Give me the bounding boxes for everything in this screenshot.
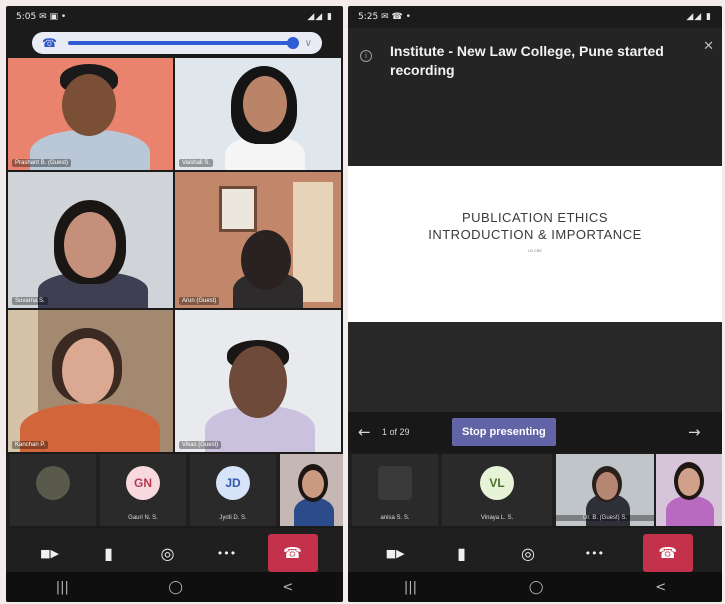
participant-tile[interactable]: GN Gauri N. S.	[100, 454, 186, 526]
notification-icons: ✉ ▣ •	[39, 12, 67, 22]
more-options-icon[interactable]: •••	[576, 535, 612, 571]
speaker-icon[interactable]: ◎	[510, 535, 546, 571]
participant-tile[interactable]: VL Vinaya L. S.	[442, 454, 552, 526]
call-controls: ■▶ ▮ ◎ ••• ☎	[348, 528, 722, 578]
share-stage-background	[348, 322, 722, 412]
volume-knob[interactable]	[286, 37, 299, 49]
microphone-icon[interactable]: ▮	[91, 535, 127, 571]
signal-battery-icons: ◢◢ ▮	[686, 12, 712, 22]
participant-video[interactable]: Arun (Guest)	[175, 172, 341, 308]
avatar: GN	[126, 466, 160, 500]
info-icon: i	[360, 50, 372, 62]
participant-name: Vinaya L. S.	[480, 515, 514, 521]
recents-icon[interactable]: |||	[56, 580, 69, 595]
participant-name: Dr. B. (Guest) S.	[556, 515, 654, 521]
participant-name: Jyoti D. S.	[219, 515, 247, 521]
home-icon[interactable]: ◯	[168, 580, 183, 595]
previous-slide-icon[interactable]: ←	[358, 423, 382, 441]
slide-subtitle: I.B.CBE	[527, 248, 543, 253]
participant-name: Vikas (Guest)	[179, 441, 222, 449]
participant-name: Kanchan P.	[12, 441, 49, 449]
phone-icon: ☎	[42, 36, 57, 50]
chevron-down-icon[interactable]: ∨	[305, 38, 312, 49]
slide-title-line2: INTRODUCTION & IMPORTANCE	[428, 227, 642, 242]
phone-screen-left: 5:05 ✉ ▣ • ◢◢ ▮ Prashant B. (Guest) Vais…	[6, 6, 343, 602]
recording-banner: i Institute - New Law College, Pune star…	[348, 28, 722, 166]
home-icon[interactable]: ◯	[529, 580, 544, 595]
participant-name: Arun (Guest)	[179, 297, 220, 305]
slide-title-line1: PUBLICATION ETHICS	[461, 210, 608, 225]
hang-up-button[interactable]: ☎	[642, 534, 693, 572]
volume-track[interactable]	[68, 37, 299, 49]
shared-slide: PUBLICATION ETHICS INTRODUCTION & IMPORT…	[348, 166, 722, 322]
participant-video[interactable]: Vikas (Guest)	[175, 310, 341, 452]
participant-video[interactable]: Prashant B. (Guest)	[8, 58, 173, 170]
status-bar: 5:05 ✉ ▣ • ◢◢ ▮	[6, 6, 343, 28]
participant-name: anisa S. S.	[380, 515, 410, 521]
participant-video[interactable]: Suvarna S.	[8, 172, 173, 308]
camera-icon[interactable]: ■▶	[32, 535, 68, 571]
participant-strip: anisa S. S. VL Vinaya L. S. Dr. B. (Gues…	[348, 454, 722, 526]
recents-icon[interactable]: |||	[404, 580, 417, 595]
phone-screen-right: 5:25 ✉ ☎ • ◢◢ ▮ i Institute - New Law Co…	[348, 6, 722, 602]
participant-name: Gauri N. S.	[128, 515, 158, 521]
participant-name: Vaishali S.	[179, 159, 213, 167]
participant-tile[interactable]: JD Jyoti D. S.	[190, 454, 276, 526]
avatar	[36, 466, 70, 500]
participant-tile[interactable]: Dr. B. (Guest) S.	[556, 454, 654, 526]
next-slide-icon[interactable]: →	[688, 423, 712, 441]
recording-message: Institute - New Law College, Pune starte…	[390, 43, 664, 78]
status-time: 5:05	[16, 12, 37, 22]
signal-battery-icons: ◢◢ ▮	[307, 12, 333, 22]
participant-video[interactable]: Vaishali S.	[175, 58, 341, 170]
avatar	[378, 466, 412, 500]
status-bar: 5:25 ✉ ☎ • ◢◢ ▮	[348, 6, 722, 28]
participant-video[interactable]: Kanchan P.	[8, 310, 173, 452]
avatar: VL	[480, 466, 514, 500]
stop-presenting-button[interactable]: Stop presenting	[452, 418, 556, 446]
presentation-pager: ← 1 of 29 Stop presenting →	[348, 412, 722, 452]
close-icon[interactable]: ✕	[703, 38, 714, 54]
participant-name: Prashant B. (Guest)	[12, 159, 72, 167]
back-icon[interactable]: <	[655, 580, 666, 595]
participant-tile[interactable]	[656, 454, 722, 526]
speaker-icon[interactable]: ◎	[150, 535, 186, 571]
notification-icons: ✉ ☎ •	[381, 12, 411, 22]
more-options-icon[interactable]: •••	[209, 535, 245, 571]
participant-strip: GN Gauri N. S. JD Jyoti D. S.	[6, 454, 343, 526]
android-nav-bar: ||| ◯ <	[6, 572, 343, 602]
camera-icon[interactable]: ■▶	[377, 535, 413, 571]
participant-name: Suvarna S.	[12, 297, 48, 305]
participant-tile[interactable]	[280, 454, 343, 526]
microphone-icon[interactable]: ▮	[444, 535, 480, 571]
page-count: 1 of 29	[382, 427, 410, 437]
back-icon[interactable]: <	[282, 580, 293, 595]
avatar: JD	[216, 466, 250, 500]
call-controls: ■▶ ▮ ◎ ••• ☎	[6, 528, 343, 578]
status-time: 5:25	[358, 12, 379, 22]
participant-tile[interactable]	[10, 454, 96, 526]
android-nav-bar: ||| ◯ <	[348, 572, 722, 602]
call-volume-slider[interactable]: ☎ ∨	[32, 32, 322, 54]
hang-up-button[interactable]: ☎	[267, 534, 318, 572]
participant-tile[interactable]: anisa S. S.	[352, 454, 438, 526]
